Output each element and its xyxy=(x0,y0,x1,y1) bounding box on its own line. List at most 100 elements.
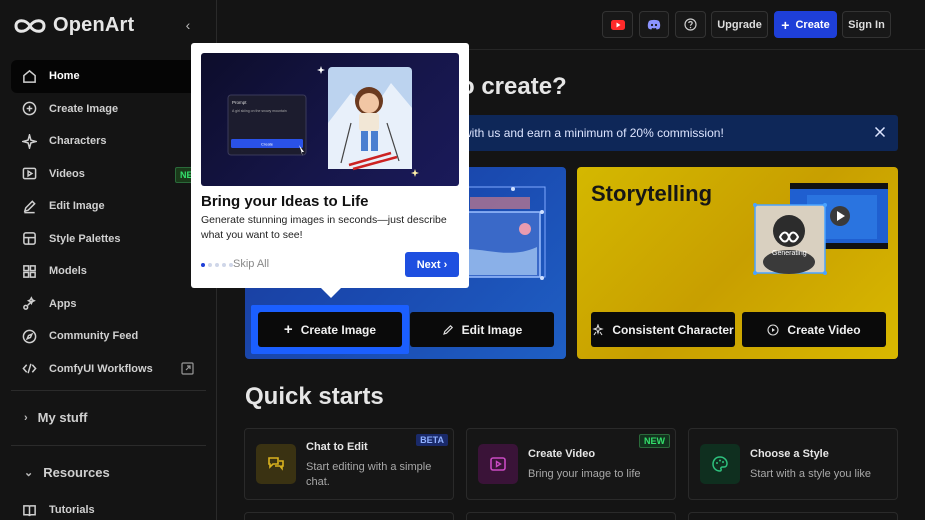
sidebar-item-label: Style Palettes xyxy=(49,232,121,245)
sidebar-item-edit-image[interactable]: Edit Image xyxy=(11,190,206,223)
create-button[interactable]: + Create xyxy=(774,11,837,38)
openart-logo-icon xyxy=(14,18,46,33)
beta-badge: BETA xyxy=(416,434,448,446)
sidebar-item-apps[interactable]: Apps xyxy=(11,288,206,321)
next-button[interactable]: Next › xyxy=(405,252,459,277)
sidebar-item-home[interactable]: Home xyxy=(11,60,206,93)
onboarding-popup: Prompt A girl skiing on the snowy mounta… xyxy=(191,43,469,288)
prompt-text: A girl skiing on the snowy mountain xyxy=(232,109,287,113)
create-video-label: Create Video xyxy=(787,322,861,337)
sidebar-divider xyxy=(11,445,206,446)
section-my-stuff[interactable]: › My stuff xyxy=(24,410,88,425)
palette-icon xyxy=(21,231,37,247)
external-link-icon xyxy=(181,361,194,375)
sparkle-icon xyxy=(21,133,37,149)
sidebar-item-label: Create Image xyxy=(49,102,119,115)
sidebar-item-label: ComfyUI Workflows xyxy=(49,362,153,375)
create-image-card-button[interactable]: + Create Image xyxy=(258,312,402,347)
grid-icon xyxy=(21,263,37,279)
quick-start-desc: Start with a style you like xyxy=(750,468,872,480)
compass-icon xyxy=(21,328,37,344)
prompt-label: Prompt xyxy=(232,100,247,105)
quick-start-card[interactable] xyxy=(688,512,898,520)
upgrade-button[interactable]: Upgrade xyxy=(711,11,768,38)
consistent-character-button[interactable]: Consistent Character xyxy=(591,312,735,347)
sidebar-nav: Home Create Image Characters Videos NEW … xyxy=(11,60,206,385)
discord-button[interactable] xyxy=(639,11,669,38)
book-icon xyxy=(21,502,37,518)
code-icon xyxy=(21,361,37,377)
palette-icon xyxy=(700,444,740,484)
step-dot xyxy=(208,263,212,267)
edit-image-label: Edit Image xyxy=(461,322,523,337)
chevron-right-icon: › xyxy=(24,411,28,424)
sidebar-item-create-image[interactable]: Create Image xyxy=(11,93,206,126)
sidebar-item-comfyui-workflows[interactable]: ComfyUI Workflows xyxy=(11,353,206,386)
video-icon xyxy=(21,166,37,182)
sidebar-item-label: Tutorials xyxy=(49,504,95,517)
section-resources[interactable]: ⌄ Resources xyxy=(24,465,110,480)
onboarding-illustration: Prompt A girl skiing on the snowy mounta… xyxy=(201,53,459,186)
quick-start-card[interactable] xyxy=(244,512,454,520)
sidebar-item-label: Apps xyxy=(49,297,77,310)
edit-icon xyxy=(21,198,37,214)
sidebar-item-tutorials[interactable]: Tutorials xyxy=(11,494,206,520)
sidebar-item-label: Edit Image xyxy=(49,200,105,213)
step-dot xyxy=(222,263,226,267)
sidebar-item-models[interactable]: Models xyxy=(11,255,206,288)
quick-start-create-video[interactable]: Create Video Bring your image to life NE… xyxy=(466,428,676,500)
close-icon[interactable] xyxy=(874,126,886,138)
help-circle-icon xyxy=(684,18,697,31)
quick-start-card[interactable] xyxy=(466,512,676,520)
skip-all-button[interactable]: Skip All xyxy=(233,258,269,270)
skier-illustration: Prompt A girl skiing on the snowy mounta… xyxy=(227,66,419,177)
brand-logo[interactable]: OpenArt xyxy=(13,14,134,37)
quick-start-chat-to-edit[interactable]: Chat to Edit Start editing with a simple… xyxy=(244,428,454,500)
sidebar-item-community-feed[interactable]: Community Feed xyxy=(11,320,206,353)
edit-image-card-button[interactable]: Edit Image xyxy=(410,312,554,347)
storytelling-illustration xyxy=(753,183,888,275)
home-icon xyxy=(21,68,37,84)
sidebar-item-label: Home xyxy=(49,70,80,83)
youtube-icon xyxy=(610,19,625,30)
new-badge: NEW xyxy=(639,434,670,448)
sidebar: OpenArt ‹ Home Create Image Characters V… xyxy=(0,0,217,520)
edit-icon xyxy=(442,324,453,335)
next-button-label: Next xyxy=(416,258,441,271)
sidebar-item-label: Community Feed xyxy=(49,330,139,343)
popup-description: Generate stunning images in seconds—just… xyxy=(201,214,447,241)
popup-pointer xyxy=(320,287,342,298)
collapse-sidebar-icon[interactable]: ‹ xyxy=(180,17,196,33)
brand-name: OpenArt xyxy=(53,14,135,36)
youtube-button[interactable] xyxy=(602,11,633,38)
sidebar-divider xyxy=(11,390,206,391)
step-dots xyxy=(201,263,233,267)
generating-label: Generating xyxy=(772,250,807,257)
sidebar-item-label: Videos xyxy=(49,167,85,180)
sidebar-item-style-palettes[interactable]: Style Palettes xyxy=(11,223,206,256)
quick-start-desc: Bring your image to life xyxy=(528,468,641,480)
quick-starts-title: Quick starts xyxy=(245,383,384,410)
sidebar-item-characters[interactable]: Characters xyxy=(11,125,206,158)
quick-start-choose-style[interactable]: Choose a Style Start with a style you li… xyxy=(688,428,898,500)
quick-start-title: Choose a Style xyxy=(750,448,829,460)
step-dot xyxy=(201,263,205,267)
sidebar-item-videos[interactable]: Videos NEW xyxy=(11,158,206,191)
video-play-icon xyxy=(478,444,518,484)
play-circle-icon xyxy=(767,323,779,336)
plus-circle-icon xyxy=(21,101,37,117)
create-image-label: Create Image xyxy=(300,322,377,337)
chat-icon xyxy=(256,444,296,484)
storytelling-card: Storytelling Generating Consistent Chara… xyxy=(577,167,898,359)
plus-icon: + xyxy=(283,321,293,338)
section-label: Resources xyxy=(43,465,110,480)
prompt-create: Create xyxy=(261,142,274,147)
create-video-card-button[interactable]: Create Video xyxy=(742,312,886,347)
help-button[interactable] xyxy=(675,11,706,38)
sign-in-button[interactable]: Sign In xyxy=(842,11,891,38)
sidebar-item-label: Characters xyxy=(49,135,107,148)
apps-icon xyxy=(21,296,37,312)
chevron-right-icon: › xyxy=(443,258,448,271)
discord-icon xyxy=(647,19,661,30)
step-dot xyxy=(215,263,219,267)
